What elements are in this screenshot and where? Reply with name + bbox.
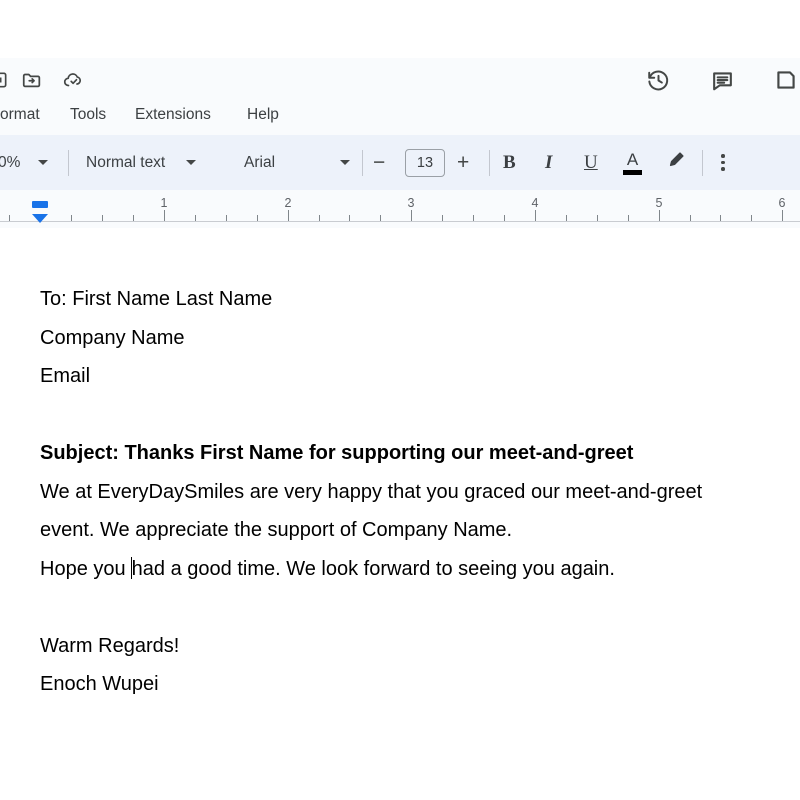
kebab-menu-icon [721, 154, 725, 171]
menu-item-extensions[interactable]: Extensions [135, 100, 211, 130]
google-docs-window: ormat Tools Extensions Help 0% Normal te… [0, 0, 800, 800]
left-indent-bar-handle[interactable] [32, 201, 48, 208]
chevron-down-icon [340, 160, 350, 165]
menu-bar: ormat Tools Extensions Help [0, 58, 800, 135]
menu-item-help[interactable]: Help [247, 100, 279, 130]
move-to-folder-icon[interactable] [17, 65, 47, 95]
highlight-color-button[interactable] [666, 135, 686, 190]
bold-button[interactable]: B [503, 135, 516, 190]
zoom-value: 0% [0, 153, 21, 171]
body-line-1: We at EveryDaySmiles are very happy that… [40, 480, 703, 503]
formatting-toolbar: 0% Normal text Arial − 13 + B I U A [0, 135, 800, 190]
toolbar-divider-2 [362, 150, 363, 176]
company-line: Company Name [40, 326, 185, 349]
bold-icon: B [503, 152, 516, 173]
increase-font-size-button[interactable]: + [457, 135, 469, 190]
signature-line: Enoch Wupei [40, 673, 159, 695]
chevron-down-icon [186, 160, 197, 165]
ruler-baseline [0, 221, 800, 222]
document-page[interactable]: To: First Name Last Name Company Name Em… [0, 228, 800, 800]
body-line-2: event. We appreciate the support of Comp… [40, 519, 513, 541]
paragraph-style-dropdown[interactable]: Normal text [86, 135, 197, 190]
cropped-top-area [0, 0, 800, 58]
comment-icon[interactable] [707, 65, 737, 95]
quick-action-icons [0, 58, 800, 102]
more-options-button[interactable] [721, 135, 725, 190]
italic-icon: I [545, 152, 553, 173]
menu-item-tools[interactable]: Tools [70, 100, 106, 130]
first-line-indent-marker[interactable] [32, 214, 48, 223]
meet-icon[interactable] [771, 65, 800, 95]
email-line: Email [40, 365, 91, 387]
text-color-icon: A [623, 151, 642, 175]
italic-button[interactable]: I [545, 135, 552, 190]
ruler-number-3: 3 [407, 196, 415, 210]
text-color-letter: A [626, 149, 639, 169]
body-line-3-part-b: had a good time. We look forward to seei… [131, 557, 615, 580]
cloud-saved-icon[interactable] [59, 65, 89, 95]
menu-item-format[interactable]: ormat [0, 100, 40, 130]
ruler-number-2: 2 [284, 196, 292, 210]
ruler-number-5: 5 [655, 196, 663, 210]
zoom-control[interactable]: 0% [0, 135, 49, 190]
body-line-3: Hope you had a good time. We look forwar… [40, 550, 785, 589]
recipient-line: To: First Name Last Name [40, 288, 273, 310]
underline-button[interactable]: U [584, 135, 598, 190]
font-family-value: Arial [244, 153, 276, 171]
version-history-icon[interactable] [643, 65, 673, 95]
underline-icon: U [584, 152, 598, 173]
text-color-button[interactable]: A [623, 135, 642, 190]
closing-line: Warm Regards! [40, 634, 180, 657]
paragraph-style-value: Normal text [86, 153, 166, 171]
chevron-down-icon [38, 160, 49, 165]
text-color-swatch [623, 169, 642, 175]
subject-line: Subject: Thanks First Name for supportin… [40, 442, 634, 464]
highlight-pen-icon [666, 150, 686, 175]
ruler-number-1: 1 [160, 196, 168, 210]
font-size-value: 13 [405, 148, 445, 177]
ruler-number-4: 4 [531, 196, 539, 210]
minus-icon: − [373, 151, 386, 174]
toolbar-divider-1 [68, 150, 69, 176]
toolbar-divider-3 [489, 150, 490, 176]
document-text-area[interactable]: To: First Name Last Name Company Name Em… [40, 280, 785, 704]
ruler-number-6: 6 [778, 196, 786, 210]
star-icon-clipped[interactable] [0, 65, 14, 95]
body-paragraph: We at EveryDaySmiles are very happy that… [40, 473, 785, 589]
font-family-dropdown[interactable]: Arial [244, 135, 350, 190]
body-line-3-part-a: Hope you [40, 557, 132, 580]
document-ruler[interactable]: 1 2 3 4 5 6 [0, 190, 800, 228]
toolbar-divider-4 [702, 150, 703, 176]
font-size-input[interactable]: 13 [405, 135, 445, 190]
decrease-font-size-button[interactable]: − [373, 135, 385, 190]
plus-icon: + [457, 151, 470, 174]
